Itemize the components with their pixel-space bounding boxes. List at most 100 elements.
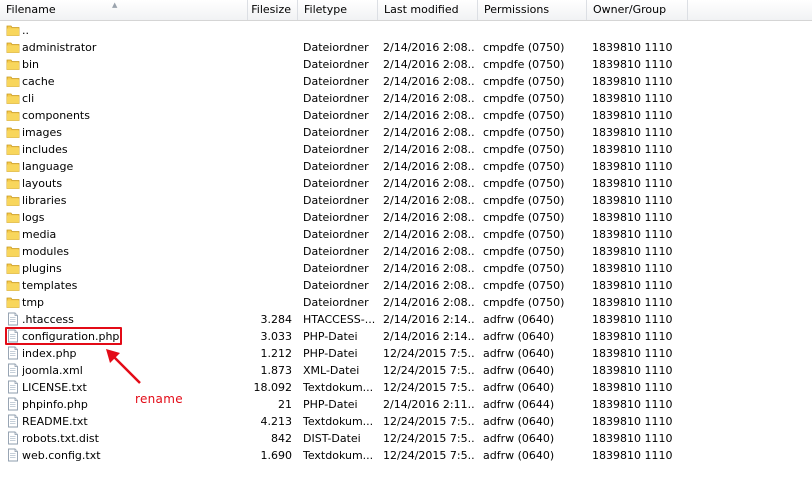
file-type: Dateiordner	[303, 211, 369, 224]
file-type: Dateiordner	[303, 41, 369, 54]
file-size	[248, 175, 292, 192]
file-row[interactable]: cache Dateiordner 2/14/2016 2:08... cmpdfe …	[0, 73, 812, 90]
file-icon	[6, 431, 20, 445]
file-icon	[6, 448, 20, 462]
file-row[interactable]: templates Dateiordner 2/14/2016 2:08... cmp…	[0, 277, 812, 294]
file-row[interactable]: cli Dateiordner 2/14/2016 2:08... cmpdfe (0…	[0, 90, 812, 107]
file-row[interactable]: media Dateiordner 2/14/2016 2:08... cmpdfe …	[0, 226, 812, 243]
file-type: HTACCESS-...	[303, 313, 376, 326]
file-row[interactable]: robots.txt.dist 842 DIST-Datei 12/24/2015 7…	[0, 430, 812, 447]
file-name: includes	[22, 143, 68, 156]
file-permissions: cmpdfe (0750)	[483, 126, 565, 139]
file-name: modules	[22, 245, 69, 258]
folder-icon	[6, 40, 20, 54]
column-header-owner-group[interactable]: Owner/Group	[587, 0, 688, 20]
file-row[interactable]: bin Dateiordner 2/14/2016 2:08... cmpdfe (0…	[0, 56, 812, 73]
file-row[interactable]: README.txt 4.213 Textdokum... 12/24/2015 7:…	[0, 413, 812, 430]
file-type	[303, 22, 377, 39]
file-size	[248, 243, 292, 260]
file-owner-group: 1839810 1110	[592, 177, 673, 190]
file-name: web.config.txt	[22, 449, 101, 462]
folder-icon	[6, 176, 20, 190]
folder-icon	[6, 244, 20, 258]
folder-icon	[6, 74, 20, 88]
file-row[interactable]: components Dateiordner 2/14/2016 2:08... cm…	[0, 107, 812, 124]
file-name: README.txt	[22, 415, 88, 428]
file-size: 18.092	[253, 381, 293, 394]
file-name: layouts	[22, 177, 63, 190]
file-owner-group: 1839810 1110	[592, 381, 673, 394]
file-row[interactable]: images Dateiordner 2/14/2016 2:08... cmpdfe…	[0, 124, 812, 141]
file-last-modified: 12/24/2015 7:5...	[383, 381, 475, 394]
column-header-filename-label: Filename	[6, 3, 56, 16]
file-permissions: adfrw (0640)	[483, 432, 555, 445]
column-header-filesize[interactable]: Filesize	[248, 0, 298, 20]
file-row[interactable]: tmp Dateiordner 2/14/2016 2:08... cmpdfe (0…	[0, 294, 812, 311]
file-row[interactable]: administrator Dateiordner 2/14/2016 2:08..…	[0, 39, 812, 56]
file-permissions: adfrw (0640)	[483, 330, 555, 343]
file-name: templates	[22, 279, 78, 292]
file-owner-group: 1839810 1110	[592, 126, 673, 139]
file-size	[248, 226, 292, 243]
column-header-filesize-label: Filesize	[251, 3, 291, 16]
file-type: Dateiordner	[303, 58, 369, 71]
column-header-filetype[interactable]: Filetype	[298, 0, 378, 20]
folder-icon	[6, 227, 20, 241]
file-owner-group: 1839810 1110	[592, 245, 673, 258]
file-size: 21	[278, 398, 292, 411]
column-header-owner-group-label: Owner/Group	[593, 3, 667, 16]
file-last-modified: 12/24/2015 7:5...	[383, 432, 475, 445]
file-icon	[6, 363, 20, 377]
file-permissions: cmpdfe (0750)	[483, 143, 565, 156]
file-name: images	[22, 126, 62, 139]
file-row[interactable]: includes Dateiordner 2/14/2016 2:08... cmpd…	[0, 141, 812, 158]
column-header-filetype-label: Filetype	[304, 3, 347, 16]
file-permissions	[483, 22, 583, 39]
file-permissions: cmpdfe (0750)	[483, 245, 565, 258]
file-row[interactable]: logs Dateiordner 2/14/2016 2:08... cmpdfe (…	[0, 209, 812, 226]
file-type: DIST-Datei	[303, 432, 361, 445]
file-row[interactable]: layouts Dateiordner 2/14/2016 2:08... cmpdf…	[0, 175, 812, 192]
file-permissions: cmpdfe (0750)	[483, 58, 565, 71]
file-last-modified	[383, 22, 475, 39]
folder-icon	[6, 57, 20, 71]
file-name: plugins	[22, 262, 62, 275]
file-row[interactable]: .htaccess 3.284 HTACCESS-... 2/14/2016 2:14…	[0, 311, 812, 328]
file-name: tmp	[22, 296, 45, 309]
file-size: 1.873	[260, 364, 293, 377]
file-last-modified: 12/24/2015 7:5...	[383, 415, 475, 428]
file-row[interactable]: plugins Dateiordner 2/14/2016 2:08... cmpdf…	[0, 260, 812, 277]
file-owner-group: 1839810 1110	[592, 160, 673, 173]
file-name: bin	[22, 58, 40, 71]
column-header-filename[interactable]: Filename ▲	[0, 0, 248, 20]
file-type: Dateiordner	[303, 126, 369, 139]
column-header-last-modified[interactable]: Last modified	[378, 0, 478, 20]
file-row[interactable]: libraries Dateiordner 2/14/2016 2:08... cmp…	[0, 192, 812, 209]
file-size	[248, 294, 292, 311]
folder-icon	[6, 261, 20, 275]
file-last-modified: 2/14/2016 2:08...	[383, 177, 475, 190]
file-permissions: adfrw (0644)	[483, 398, 555, 411]
column-header-permissions[interactable]: Permissions	[478, 0, 587, 20]
file-permissions: adfrw (0640)	[483, 313, 555, 326]
file-row[interactable]: ..	[0, 22, 812, 39]
file-permissions: cmpdfe (0750)	[483, 92, 565, 105]
file-permissions: cmpdfe (0750)	[483, 262, 565, 275]
file-last-modified: 2/14/2016 2:08...	[383, 262, 475, 275]
file-type: Dateiordner	[303, 296, 369, 309]
annotation-arrow-icon	[106, 349, 141, 384]
file-type: Dateiordner	[303, 109, 369, 122]
file-owner-group	[592, 22, 688, 39]
file-row[interactable]: language Dateiordner 2/14/2016 2:08... cmpd…	[0, 158, 812, 175]
file-permissions: cmpdfe (0750)	[483, 211, 565, 224]
file-permissions: adfrw (0640)	[483, 415, 555, 428]
file-size	[248, 107, 292, 124]
file-last-modified: 12/24/2015 7:5...	[383, 364, 475, 377]
file-type: Textdokum...	[303, 449, 374, 462]
file-type: Dateiordner	[303, 228, 369, 241]
file-icon	[6, 380, 20, 394]
folder-icon	[6, 91, 20, 105]
file-row[interactable]: modules Dateiordner 2/14/2016 2:08... cmpdf…	[0, 243, 812, 260]
file-row[interactable]: web.config.txt 1.690 Textdokum... 12/24/201…	[0, 447, 812, 464]
file-type: Dateiordner	[303, 160, 369, 173]
